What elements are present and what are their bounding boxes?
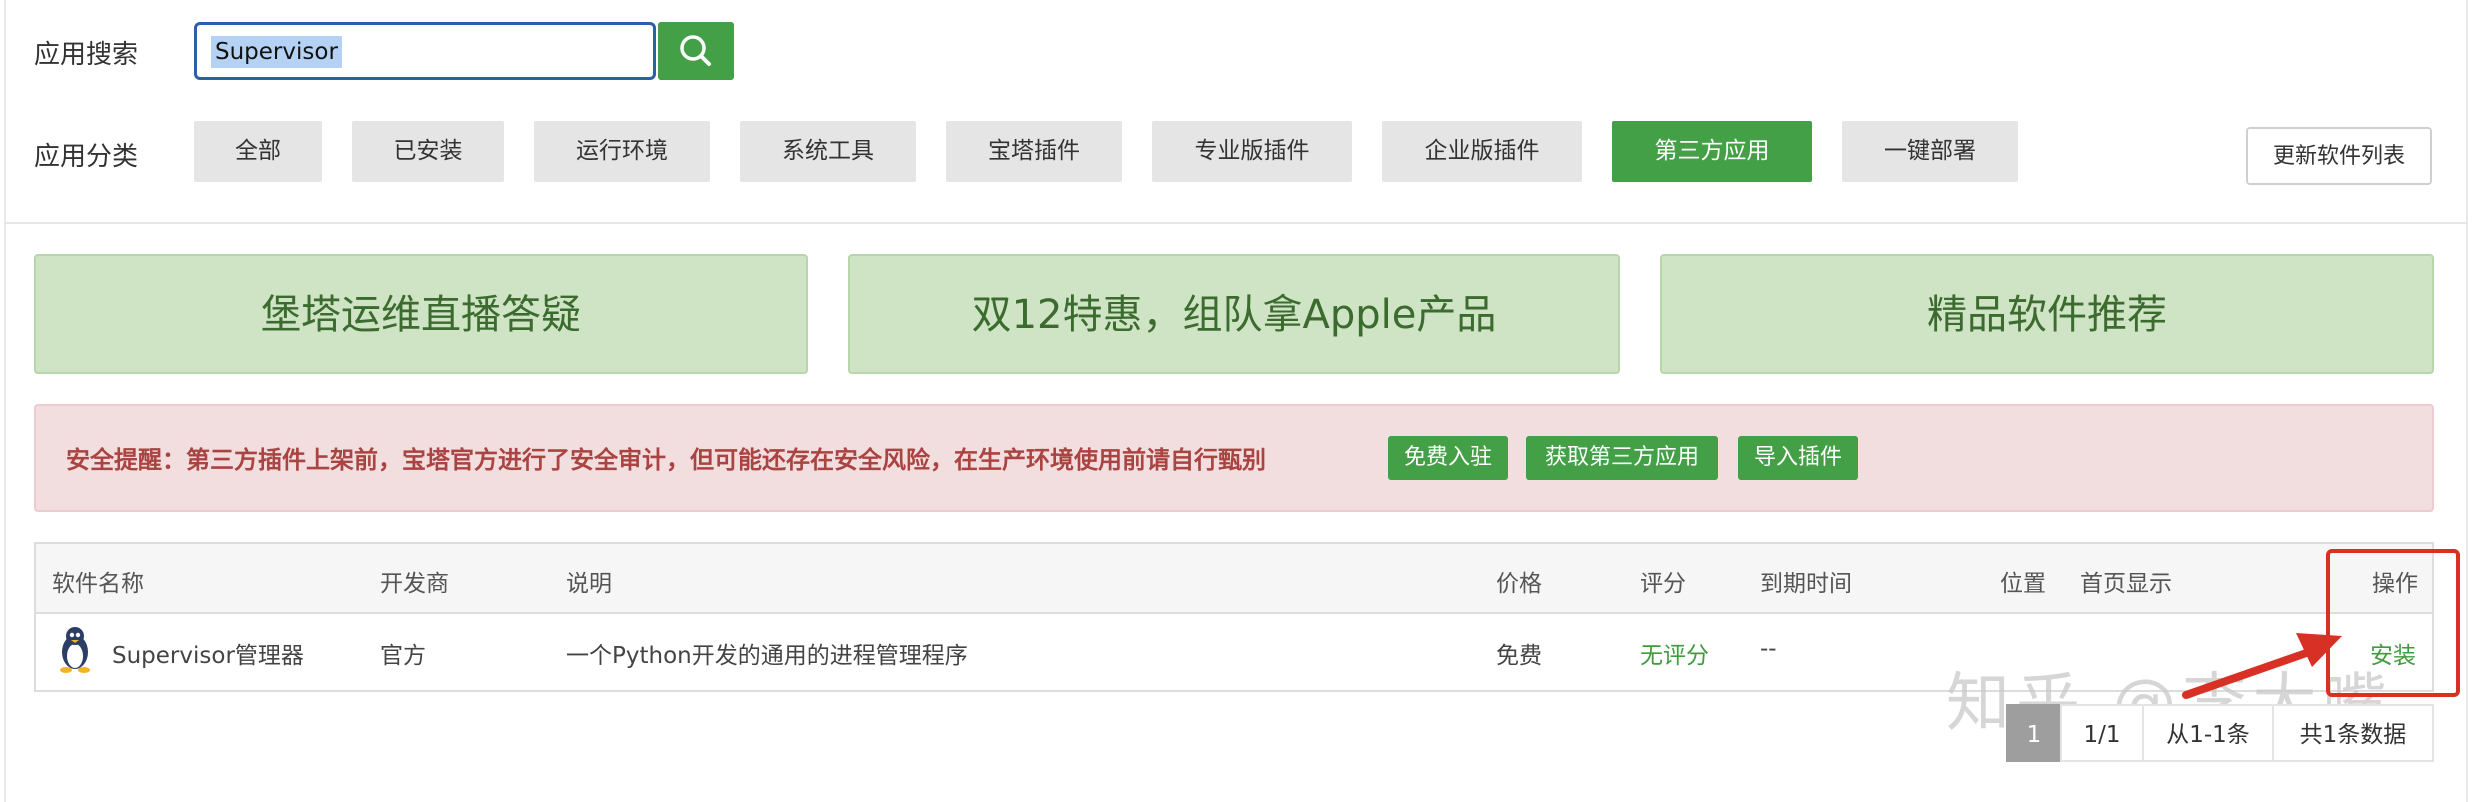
free-join-button[interactable]: 免费入驻 <box>1388 436 1508 480</box>
header-rating: 评分 <box>1640 571 1686 597</box>
banner-live-qa[interactable]: 堡塔运维直播答疑 <box>34 254 808 374</box>
pagination-total: 共1条数据 <box>2272 704 2434 762</box>
header-position: 位置 <box>2000 571 2046 597</box>
header-homepage-display: 首页显示 <box>2080 571 2172 597</box>
tab-all[interactable]: 全部 <box>194 121 322 182</box>
pagination-range: 从1-1条 <box>2142 704 2274 762</box>
tab-one-click-deploy[interactable]: 一键部署 <box>1842 121 2018 182</box>
tab-third-party[interactable]: 第三方应用 <box>1612 121 1812 182</box>
table-header: 软件名称 开发商 说明 价格 评分 到期时间 位置 首页显示 操作 <box>36 544 2432 614</box>
row-expiry: -- <box>1760 636 1777 662</box>
row-rating: 无评分 <box>1640 643 1709 669</box>
linux-penguin-icon <box>60 627 90 673</box>
banner-recommended[interactable]: 精品软件推荐 <box>1660 254 2434 374</box>
header-developer: 开发商 <box>380 571 449 597</box>
tab-enterprise-plugins[interactable]: 企业版插件 <box>1382 121 1582 182</box>
banner-promotion[interactable]: 双12特惠，组队拿Apple产品 <box>848 254 1620 374</box>
import-plugin-button[interactable]: 导入插件 <box>1738 436 1858 480</box>
row-description: 一个Python开发的通用的进程管理程序 <box>566 643 968 669</box>
row-software-name: Supervisor管理器 <box>112 643 304 669</box>
search-icon <box>680 35 711 66</box>
tab-runtime[interactable]: 运行环境 <box>534 121 710 182</box>
tab-bt-plugins[interactable]: 宝塔插件 <box>946 121 1122 182</box>
security-alert-text: 安全提醒：第三方插件上架前，宝塔官方进行了安全审计，但可能还存在安全风险，在生产… <box>66 446 1266 474</box>
security-alert: 安全提醒：第三方插件上架前，宝塔官方进行了安全审计，但可能还存在安全风险，在生产… <box>34 404 2434 512</box>
search-input-value: Supervisor <box>211 36 342 68</box>
header-expiry: 到期时间 <box>1760 571 1852 597</box>
pagination-current-page[interactable]: 1 <box>2006 704 2062 762</box>
row-price: 免费 <box>1496 643 1542 669</box>
pagination-pages: 1/1 <box>2060 704 2144 762</box>
refresh-software-list-button[interactable]: 更新软件列表 <box>2246 127 2432 185</box>
header-description: 说明 <box>566 571 612 597</box>
tab-pro-plugins[interactable]: 专业版插件 <box>1152 121 1352 182</box>
header-price: 价格 <box>1496 571 1542 597</box>
tab-system-tools[interactable]: 系统工具 <box>740 121 916 182</box>
annotation-highlight-box <box>2326 549 2460 697</box>
category-label: 应用分类 <box>34 142 139 172</box>
tab-installed[interactable]: 已安装 <box>352 121 504 182</box>
get-third-party-apps-button[interactable]: 获取第三方应用 <box>1526 436 1718 480</box>
search-input[interactable]: Supervisor <box>194 22 656 80</box>
search-label: 应用搜索 <box>34 40 139 70</box>
section-divider <box>4 222 2468 224</box>
header-name: 软件名称 <box>52 571 144 597</box>
row-developer: 官方 <box>380 643 426 669</box>
search-button[interactable] <box>658 22 734 80</box>
